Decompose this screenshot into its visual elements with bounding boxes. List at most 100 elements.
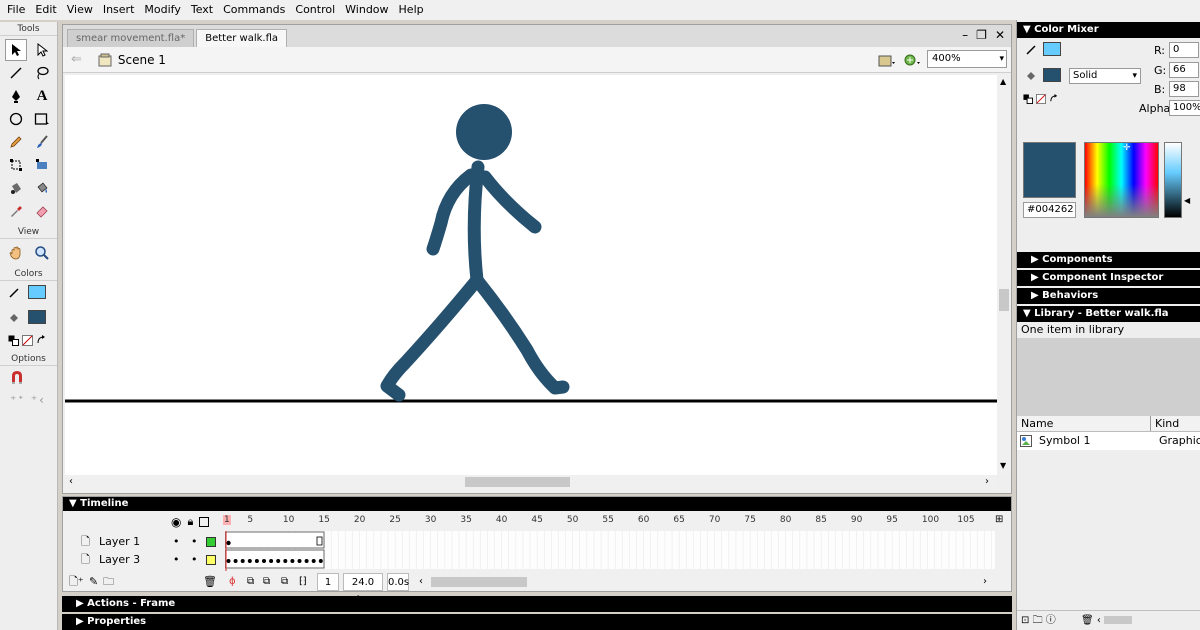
layer-outline-color[interactable] — [206, 555, 216, 565]
zoom-tool-icon[interactable] — [31, 242, 53, 264]
rectangle-tool-icon[interactable] — [31, 108, 53, 130]
behaviors-panel-header[interactable]: ▶ Behaviors — [1017, 288, 1200, 304]
add-folder-icon[interactable]: 🗀︎ — [103, 573, 114, 591]
modify-markers-icon[interactable]: ⁅⁆ — [299, 573, 307, 591]
hex-input[interactable]: #004262 — [1023, 202, 1076, 218]
actions-panel-header[interactable]: ▶ Actions - Frame — [62, 596, 1012, 612]
lasso-tool-icon[interactable] — [31, 62, 53, 84]
fill-transform-tool-icon[interactable] — [31, 154, 53, 176]
keyframe-dot[interactable] — [226, 559, 231, 563]
green-input[interactable]: 66 — [1169, 62, 1199, 78]
color-spectrum-picker[interactable]: ✛ — [1084, 142, 1159, 218]
black-white-icon[interactable] — [8, 335, 19, 346]
add-layer-icon[interactable]: 🗋︎⁺ — [69, 573, 84, 591]
scroll-down-icon[interactable]: ▼ — [1000, 461, 1006, 470]
keyframe-dot[interactable] — [276, 559, 281, 563]
stroke-color-swatch[interactable] — [28, 285, 46, 299]
back-arrow-icon[interactable]: ⇐ — [71, 52, 82, 67]
red-input[interactable]: 0 — [1169, 42, 1199, 58]
free-transform-tool-icon[interactable] — [5, 154, 27, 176]
fill-type-select[interactable]: Solid ▾ — [1069, 68, 1141, 84]
menu-insert[interactable]: Insert — [98, 0, 140, 20]
close-icon[interactable]: ✕ — [995, 28, 1005, 42]
edit-multiple-frames-icon[interactable]: ⧉ — [281, 573, 288, 591]
properties-panel-header[interactable]: ▶ Properties — [62, 614, 1012, 630]
tab-better-walk[interactable]: Better walk.fla — [196, 29, 287, 47]
no-color-icon[interactable] — [1036, 94, 1046, 104]
snap-magnet-icon[interactable] — [10, 370, 24, 386]
library-col-name[interactable]: Name — [1017, 416, 1151, 431]
timeline-scroll-right-icon[interactable]: › — [983, 573, 987, 591]
keyframe-dot[interactable] — [283, 559, 288, 563]
selection-tool-icon[interactable] — [5, 39, 27, 61]
eraser-tool-icon[interactable] — [31, 200, 53, 222]
library-item-name[interactable]: Symbol 1 — [1039, 432, 1090, 450]
smooth-straighten-icon[interactable]: ⁺ᐩ ⁺‹ — [10, 393, 57, 407]
layer-visible-dot[interactable]: • — [173, 533, 180, 551]
new-folder-icon[interactable]: 🗀︎ — [1033, 615, 1043, 626]
scroll-left-icon[interactable]: ‹ — [69, 476, 73, 487]
keyframe-dot[interactable] — [297, 559, 302, 563]
layer-row-1[interactable]: 🗋︎ Layer 1 • • — [63, 533, 223, 551]
menu-file[interactable]: File — [2, 0, 30, 20]
swap-colors-icon[interactable] — [1049, 94, 1059, 104]
slider-arrow-icon[interactable]: ◀ — [1184, 196, 1190, 205]
fill-color-swatch[interactable] — [28, 310, 46, 324]
menu-commands[interactable]: Commands — [218, 0, 290, 20]
library-panel-header[interactable]: ▼ Library - Better walk.fla — [1017, 306, 1200, 322]
eye-icon[interactable]: ◉ — [171, 515, 181, 529]
timeline-frame-ruler[interactable]: 1 5 10 15 20 25 30 35 40 45 50 55 60 65 70 75 80 85 90 95 10… — [223, 513, 993, 529]
layer-lock-dot[interactable]: • — [191, 533, 198, 551]
keyframe-dot[interactable] — [262, 559, 266, 563]
stage-vertical-scrollbar[interactable]: ▲ ▼ — [997, 75, 1011, 475]
blue-input[interactable]: 98 — [1169, 81, 1199, 97]
oval-tool-icon[interactable] — [5, 108, 27, 130]
eyedropper-tool-icon[interactable] — [5, 200, 27, 222]
brush-tool-icon[interactable] — [31, 131, 53, 153]
scroll-right-icon[interactable]: › — [985, 476, 989, 487]
delete-layer-icon[interactable]: 🗑︎ — [203, 573, 217, 591]
keyframe-dot[interactable] — [290, 559, 295, 563]
timeline-header[interactable]: ▼ Timeline — [63, 497, 1011, 511]
edit-symbols-icon[interactable] — [903, 52, 921, 68]
fill-color-swatch[interactable] — [1043, 68, 1061, 82]
scroll-up-icon[interactable]: ▲ — [1000, 77, 1006, 86]
zoom-select[interactable]: 400% ▾ — [927, 50, 1007, 68]
keyframe-dot[interactable] — [233, 559, 238, 563]
center-frame-icon[interactable]: ɸ — [229, 573, 236, 591]
alpha-input[interactable]: 100% — [1169, 100, 1200, 116]
line-tool-icon[interactable] — [5, 62, 27, 84]
layer-visible-dot[interactable]: • — [173, 551, 180, 569]
horizontal-scroll-thumb[interactable] — [465, 477, 570, 487]
library-col-kind[interactable]: Kind — [1151, 416, 1179, 431]
components-panel-header[interactable]: ▶ Components — [1017, 252, 1200, 268]
keyframe-dot[interactable] — [311, 559, 316, 563]
pencil-tool-icon[interactable] — [5, 131, 27, 153]
keyframe-dot[interactable] — [240, 559, 245, 563]
menu-edit[interactable]: Edit — [30, 0, 61, 20]
layer-outline-color[interactable] — [206, 537, 216, 547]
lock-icon[interactable]: 🔒︎ — [187, 515, 193, 529]
restore-icon[interactable]: ❐ — [976, 28, 987, 42]
minimize-icon[interactable]: – — [962, 28, 968, 42]
layer-name[interactable]: Layer 3 — [99, 551, 140, 569]
timeline-scroll-thumb[interactable] — [431, 577, 527, 587]
add-guide-layer-icon[interactable]: ✎ — [89, 573, 98, 591]
subselection-tool-icon[interactable] — [31, 39, 53, 61]
outline-icon[interactable] — [199, 517, 210, 527]
text-tool-icon[interactable]: A — [31, 85, 53, 107]
keyframe-dot[interactable] — [247, 559, 252, 563]
stroke-color-swatch[interactable] — [1043, 42, 1061, 56]
library-scroll-left-icon[interactable]: ‹ — [1097, 615, 1101, 626]
component-inspector-header[interactable]: ▶ Component Inspector — [1017, 270, 1200, 286]
black-white-icon[interactable] — [1023, 94, 1033, 104]
keyframe-dot[interactable] — [318, 559, 323, 563]
scene-label[interactable]: Scene 1 — [118, 53, 166, 67]
brightness-slider[interactable] — [1164, 142, 1182, 218]
onion-skin-icon[interactable]: ⧉ — [247, 573, 254, 591]
edit-scene-icon[interactable] — [878, 52, 896, 68]
timeline-scroll-left-icon[interactable]: ‹ — [419, 573, 423, 591]
layer-lock-dot[interactable]: • — [191, 551, 198, 569]
timeline-frame-grid[interactable] — [224, 531, 995, 571]
menu-help[interactable]: Help — [394, 0, 429, 20]
